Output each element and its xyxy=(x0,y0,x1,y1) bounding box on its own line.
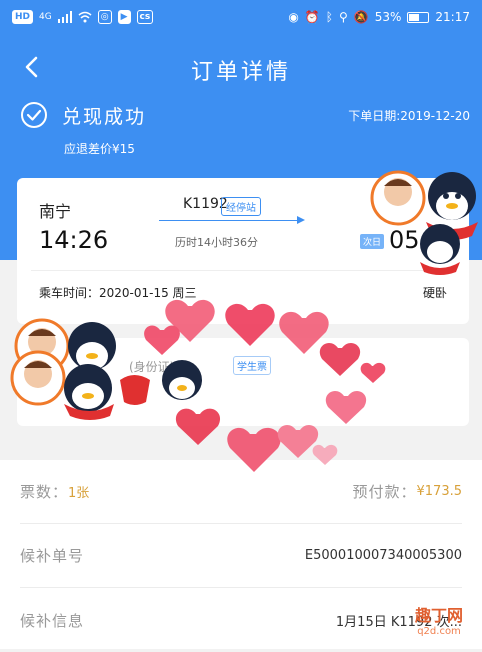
order-status-row: 兑现成功 下单日期:2019-12-20 xyxy=(20,100,470,130)
trip-card: 南宁 14:26 K1192 经停站 历时14小时36分 次日 05: 乘车时间… xyxy=(17,178,469,324)
refund-text: 应退差价¥15 xyxy=(64,142,135,156)
battery-icon xyxy=(407,11,430,23)
prepay-value: ¥173.5 xyxy=(416,484,463,499)
csdn-app-icon: cs xyxy=(136,10,154,24)
order-number-value[interactable]: E500010007340005300 xyxy=(305,548,462,563)
app-icon: ◎ xyxy=(97,10,112,24)
clock: 21:17 xyxy=(435,10,470,24)
departure-city: 南宁 xyxy=(39,202,72,221)
divider xyxy=(31,270,455,271)
alarm-icon: ⏰ xyxy=(304,10,320,24)
route-arrow xyxy=(159,216,305,224)
hd-badge: HD xyxy=(12,10,34,24)
seat-type: 硬卧 xyxy=(422,286,447,300)
page-title: 订单详情 xyxy=(190,60,291,85)
ticket-prepay-row: 票数： 1张 预付款： ¥173.5 xyxy=(20,460,462,524)
site-watermark: 趣丁网 q2d.com xyxy=(414,606,463,638)
trip-duration: 历时14小时36分 xyxy=(175,236,258,249)
battery-percent: 53% xyxy=(374,10,402,24)
ride-time: 乘车时间：2020-01-15 周三 xyxy=(39,286,197,300)
order-number-label: 候补单号 xyxy=(20,547,85,565)
student-ticket-badge: 学生票 xyxy=(233,356,271,375)
bluetooth-icon: ᛒ xyxy=(325,10,333,24)
location-icon: ⚲ xyxy=(338,10,348,24)
status-text: 兑现成功 xyxy=(62,105,147,128)
passenger-id-type: (身份证) xyxy=(129,360,175,374)
order-info-row[interactable]: 候补信息 1月15日 K1192 次... xyxy=(20,588,462,652)
departure-time: 14:26 xyxy=(39,226,109,254)
next-day-badge: 次日 xyxy=(360,234,385,249)
passenger-card[interactable]: (身份证) 学生票 xyxy=(17,338,469,426)
ticket-count-label: 票数： xyxy=(20,483,69,501)
stopover-button[interactable]: 经停站 xyxy=(221,197,261,216)
order-info-label: 候补信息 xyxy=(20,611,85,630)
prepay-label: 预付款： xyxy=(352,483,417,501)
order-date: 下单日期:2019-12-20 xyxy=(348,108,470,123)
play-app-icon: ▶ xyxy=(117,10,131,24)
check-circle-icon xyxy=(21,102,47,128)
wifi-icon xyxy=(78,11,92,23)
network-type: 4G xyxy=(39,12,52,22)
eye-icon: ◉ xyxy=(288,10,299,24)
signal-icon xyxy=(57,11,72,23)
nav-bar: 订单详情 xyxy=(0,44,482,90)
mute-icon: 🔕 xyxy=(353,10,369,24)
ticket-count-value: 1张 xyxy=(68,486,90,501)
arrival-time: 05: xyxy=(389,226,428,254)
status-bar: HD 4G ◎ ▶ cs ◉ ⏰ ᛒ ⚲ 🔕 53% 21:17 xyxy=(0,0,482,34)
order-number-row: 候补单号 E500010007340005300 xyxy=(20,524,462,588)
